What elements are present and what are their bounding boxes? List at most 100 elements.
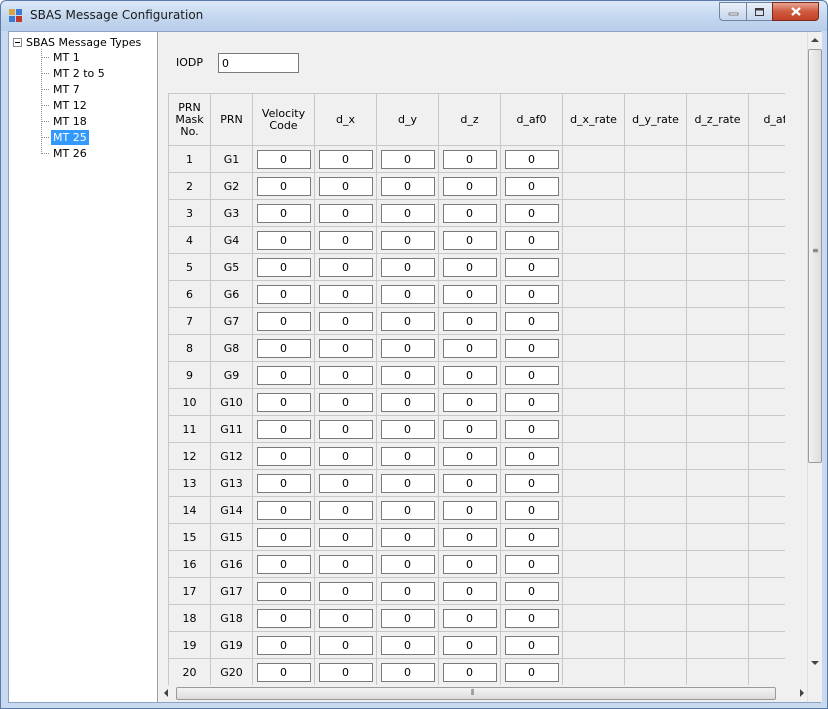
value-input[interactable]: 0 — [504, 662, 559, 682]
value-input[interactable]: 0 — [380, 230, 435, 250]
value-input[interactable]: 0 — [380, 257, 435, 277]
value-input[interactable]: 0 — [256, 473, 311, 493]
value-input[interactable]: 0 — [256, 311, 311, 331]
value-input[interactable]: 0 — [380, 365, 435, 385]
tree-item[interactable]: MT 7 — [41, 82, 82, 97]
value-input[interactable]: 0 — [256, 149, 311, 169]
value-input[interactable]: 0 — [504, 635, 559, 655]
value-input[interactable]: 0 — [380, 527, 435, 547]
value-input[interactable]: 0 — [256, 419, 311, 439]
value-input[interactable]: 0 — [380, 635, 435, 655]
value-input[interactable]: 0 — [318, 203, 373, 223]
tree-item[interactable]: MT 12 — [41, 98, 89, 113]
value-input[interactable]: 0 — [318, 311, 373, 331]
minimize-button[interactable] — [719, 2, 746, 21]
value-input[interactable]: 0 — [504, 554, 559, 574]
value-input[interactable]: 0 — [318, 527, 373, 547]
value-input[interactable]: 0 — [504, 473, 559, 493]
column-header[interactable]: PRN — [211, 93, 253, 146]
message-type-tree[interactable]: SBAS Message Types MT 1 MT 2 to 5 MT 7 MT 1… — [9, 32, 158, 702]
value-input[interactable]: 0 — [504, 257, 559, 277]
tree-item[interactable]: MT 25 — [41, 130, 89, 145]
value-input[interactable]: 0 — [318, 230, 373, 250]
value-input[interactable]: 0 — [256, 608, 311, 628]
value-input[interactable]: 0 — [504, 176, 559, 196]
horizontal-scrollbar[interactable]: ⦀ — [159, 685, 807, 702]
value-input[interactable]: 0 — [256, 203, 311, 223]
value-input[interactable]: 0 — [318, 554, 373, 574]
value-input[interactable]: 0 — [442, 500, 497, 520]
value-input[interactable]: 0 — [442, 608, 497, 628]
value-input[interactable]: 0 — [256, 284, 311, 304]
value-input[interactable]: 0 — [504, 608, 559, 628]
value-input[interactable]: 0 — [442, 176, 497, 196]
value-input[interactable]: 0 — [318, 149, 373, 169]
value-input[interactable]: 0 — [380, 581, 435, 601]
value-input[interactable]: 0 — [318, 473, 373, 493]
value-input[interactable]: 0 — [380, 338, 435, 358]
value-input[interactable]: 0 — [256, 554, 311, 574]
column-header[interactable]: d_z_rate — [687, 93, 749, 146]
vertical-scrollbar[interactable]: ≡ — [807, 32, 822, 702]
value-input[interactable]: 0 — [504, 500, 559, 520]
column-header[interactable]: d_z — [439, 93, 501, 146]
value-input[interactable]: 0 — [380, 608, 435, 628]
maximize-button[interactable] — [746, 2, 772, 21]
value-input[interactable]: 0 — [256, 500, 311, 520]
value-input[interactable]: 0 — [504, 581, 559, 601]
value-input[interactable]: 0 — [318, 581, 373, 601]
value-input[interactable]: 0 — [442, 527, 497, 547]
value-input[interactable]: 0 — [256, 635, 311, 655]
value-input[interactable]: 0 — [318, 176, 373, 196]
value-input[interactable]: 0 — [380, 446, 435, 466]
value-input[interactable]: 0 — [318, 635, 373, 655]
value-input[interactable]: 0 — [380, 149, 435, 169]
value-input[interactable]: 0 — [380, 662, 435, 682]
value-input[interactable]: 0 — [442, 419, 497, 439]
value-input[interactable]: 0 — [318, 365, 373, 385]
value-input[interactable]: 0 — [504, 392, 559, 412]
value-input[interactable]: 0 — [380, 500, 435, 520]
value-input[interactable]: 0 — [318, 419, 373, 439]
value-input[interactable]: 0 — [256, 581, 311, 601]
value-input[interactable]: 0 — [442, 662, 497, 682]
tree-item[interactable]: MT 1 — [41, 50, 82, 65]
value-input[interactable]: 0 — [504, 419, 559, 439]
value-input[interactable]: 0 — [380, 311, 435, 331]
value-input[interactable]: 0 — [380, 203, 435, 223]
scroll-up-icon[interactable] — [811, 37, 819, 43]
value-input[interactable]: 0 — [318, 338, 373, 358]
value-input[interactable]: 0 — [504, 365, 559, 385]
column-header[interactable]: d_x — [315, 93, 377, 146]
iodp-input[interactable] — [218, 53, 299, 73]
value-input[interactable]: 0 — [380, 392, 435, 412]
tree-item[interactable]: MT 26 — [41, 146, 89, 161]
value-input[interactable]: 0 — [256, 365, 311, 385]
value-input[interactable]: 0 — [318, 284, 373, 304]
scroll-left-icon[interactable] — [163, 689, 169, 697]
value-input[interactable]: 0 — [504, 284, 559, 304]
column-header[interactable]: PRN Mask No. — [168, 93, 211, 146]
tree-item[interactable]: MT 2 to 5 — [41, 66, 107, 81]
value-input[interactable]: 0 — [504, 446, 559, 466]
value-input[interactable]: 0 — [504, 203, 559, 223]
column-header[interactable]: d_y_rate — [625, 93, 687, 146]
vertical-scroll-thumb[interactable]: ≡ — [808, 49, 822, 463]
column-header[interactable]: d_x_rate — [563, 93, 625, 146]
scroll-down-icon[interactable] — [811, 660, 819, 666]
value-input[interactable]: 0 — [504, 230, 559, 250]
value-input[interactable]: 0 — [442, 392, 497, 412]
column-header[interactable]: d_af0 — [501, 93, 563, 146]
column-header[interactable]: d_y — [377, 93, 439, 146]
tree-root[interactable]: SBAS Message Types — [13, 34, 141, 50]
value-input[interactable]: 0 — [442, 581, 497, 601]
value-input[interactable]: 0 — [442, 284, 497, 304]
collapse-icon[interactable] — [13, 37, 22, 47]
horizontal-scroll-thumb[interactable]: ⦀ — [176, 687, 776, 700]
value-input[interactable]: 0 — [442, 149, 497, 169]
value-input[interactable]: 0 — [380, 554, 435, 574]
value-input[interactable]: 0 — [256, 176, 311, 196]
close-button[interactable] — [772, 2, 819, 21]
value-input[interactable]: 0 — [318, 608, 373, 628]
value-input[interactable]: 0 — [256, 257, 311, 277]
